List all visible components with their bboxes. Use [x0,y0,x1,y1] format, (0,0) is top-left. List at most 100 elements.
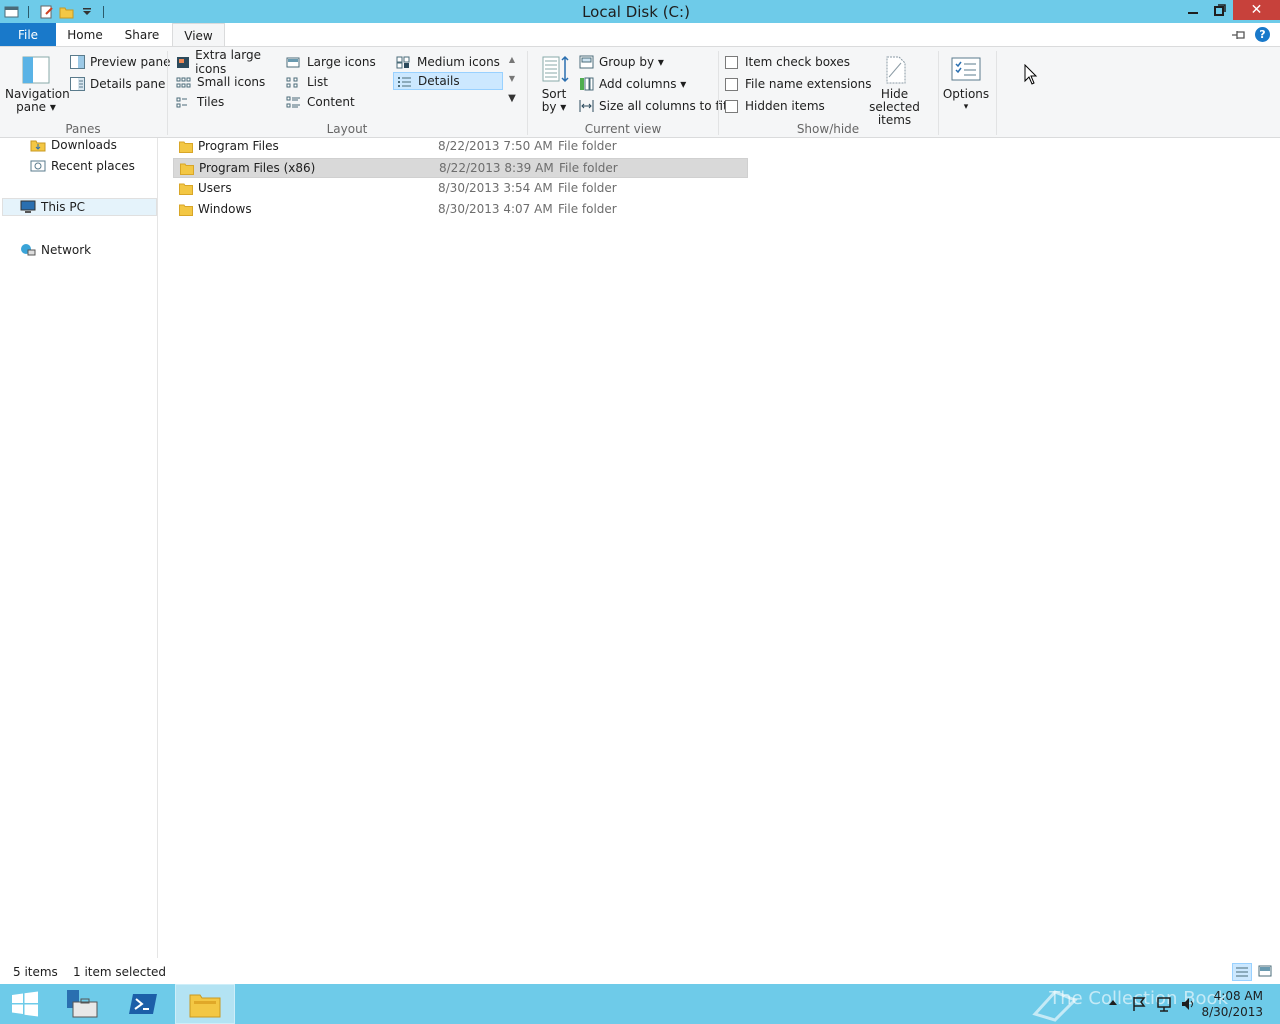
tab-file[interactable]: File [0,23,56,47]
details-view-toggle[interactable] [1232,963,1252,981]
current-view-group-label: Current view [584,122,662,136]
layout-small-icons[interactable]: Small icons [173,73,283,91]
layout-list[interactable]: List [283,73,393,91]
file-date: 8/30/2013 3:54 AM [438,181,553,195]
gallery-down-icon[interactable]: ▼ [505,74,519,93]
start-button[interactable] [0,984,50,1024]
layout-gallery: Extra large icons Large icons Medium ico… [173,48,519,115]
folder-icon [179,141,193,153]
layout-medium-icons[interactable]: Medium icons [393,53,503,71]
item-check-boxes-option[interactable]: Item check boxes [725,55,850,69]
file-name-extensions-option[interactable]: File name extensions [725,77,872,91]
restore-icon [1213,4,1226,16]
gallery-more-icon[interactable]: ▼ [505,93,519,112]
file-type: File folder [558,181,617,195]
this-pc-icon [20,200,36,213]
layout-details[interactable]: Details [393,72,503,90]
tab-share[interactable]: Share [120,23,164,47]
medium-icons-icon [396,56,410,68]
file-type: File folder [558,139,617,153]
powershell-button[interactable] [113,984,173,1024]
minimize-button[interactable] [1179,0,1206,20]
network-tray-icon[interactable] [1156,996,1172,1012]
close-button[interactable]: ✕ [1233,0,1280,20]
file-row-selected[interactable]: Program Files (x86) 8/22/2013 8:39 AM Fi… [173,158,748,178]
nav-recent-places-label: Recent places [51,159,135,173]
layout-content[interactable]: Content [283,93,393,111]
mouse-cursor-icon [1024,64,1038,85]
hidden-items-checkbox[interactable] [725,99,738,113]
sort-by-button[interactable]: Sort by ▾ [535,55,573,114]
group-by-button[interactable]: Group by ▾ [579,55,664,69]
add-columns-button[interactable]: Add columns ▾ [579,77,686,91]
layout-extra-large-icons[interactable]: Extra large icons [173,48,283,76]
file-row[interactable]: Users 8/30/2013 3:54 AM File folder [173,179,748,199]
show-hide-group-label: Show/hide [796,122,860,136]
nav-item-recent-places[interactable]: Recent places [30,157,135,175]
details-view-icon [1236,967,1248,977]
hidden-items-option[interactable]: Hidden items [725,99,825,113]
server-manager-button[interactable] [52,984,112,1024]
layout-tiles-label: Tiles [197,95,225,109]
item-check-boxes-label: Item check boxes [745,55,851,69]
file-explorer-button[interactable] [175,984,235,1024]
list-icon [286,77,298,87]
preview-pane-label: Preview pane [90,55,171,69]
file-type: File folder [558,202,617,216]
file-date: 8/22/2013 8:39 AM [439,161,554,175]
file-date: 8/22/2013 7:50 AM [438,139,553,153]
options-arrow: ▾ [963,102,969,112]
navigation-pane-icon [22,56,50,84]
details-pane-label: Details pane [90,77,166,91]
nav-this-pc-label: This PC [41,200,85,214]
layout-tiles[interactable]: Tiles [173,93,283,111]
folder-icon [179,204,193,216]
title-bar: Local Disk (C:) ✕ [0,0,1280,23]
sort-by-label-2: by ▾ [541,100,567,114]
file-row[interactable]: Windows 8/30/2013 4:07 AM File folder [173,200,748,220]
layout-extra-large-icons-label: Extra large icons [195,48,261,76]
item-check-boxes-checkbox[interactable] [725,55,738,69]
file-name-extensions-checkbox[interactable] [725,77,738,91]
file-name: Windows [198,202,252,216]
taskbar: The Collection Book 4:08 AM 8/30/2013 [0,984,1280,1024]
close-icon: ✕ [1250,2,1263,18]
navigation-pane-button[interactable]: Navigation pane ▾ [5,55,70,114]
extra-large-icons-icon [177,56,190,68]
show-hidden-icons-icon[interactable] [1108,998,1118,1006]
powershell-icon [129,994,157,1014]
tab-home[interactable]: Home [64,23,106,47]
clock[interactable]: 4:08 AM 8/30/2013 [1201,988,1263,1020]
nav-item-downloads[interactable]: Downloads [30,136,117,154]
gallery-up-icon[interactable]: ▲ [505,55,519,74]
nav-item-this-pc[interactable]: This PC [2,198,157,216]
small-icons-icon [176,77,191,87]
file-row[interactable]: Program Files 8/22/2013 7:50 AM File fol… [173,137,748,157]
tiles-icon [176,97,187,107]
options-icon [951,57,981,81]
group-by-icon [579,55,594,69]
large-icons-view-toggle[interactable] [1256,963,1276,981]
help-icon[interactable]: ? [1255,27,1270,42]
panes-group-label: Panes [65,122,101,136]
nav-downloads-label: Downloads [51,138,117,152]
pin-ribbon-icon[interactable] [1231,29,1247,41]
layout-large-icons[interactable]: Large icons [283,53,393,71]
options-button[interactable]: Options ▾ [942,55,990,114]
file-name: Program Files [198,139,279,153]
action-center-flag-icon[interactable] [1132,996,1146,1012]
layout-gallery-scroll[interactable]: ▲ ▼ ▼ [505,55,519,113]
tab-view[interactable]: View [172,23,225,47]
file-explorer-icon [189,994,221,1018]
ribbon-right-controls: ? [1231,27,1270,42]
layout-list-label: List [307,75,328,89]
preview-pane-button[interactable]: Preview pane [70,55,170,69]
volume-icon[interactable] [1180,996,1196,1012]
window-title: Local Disk (C:) [582,3,690,21]
size-all-columns-button[interactable]: Size all columns to fit [579,99,728,113]
restore-button[interactable] [1206,0,1233,20]
network-icon [21,244,36,256]
nav-item-network[interactable]: Network [20,241,91,259]
details-pane-button[interactable]: Details pane [70,77,165,91]
hide-selected-items-button[interactable]: Hide selected items [857,55,932,127]
